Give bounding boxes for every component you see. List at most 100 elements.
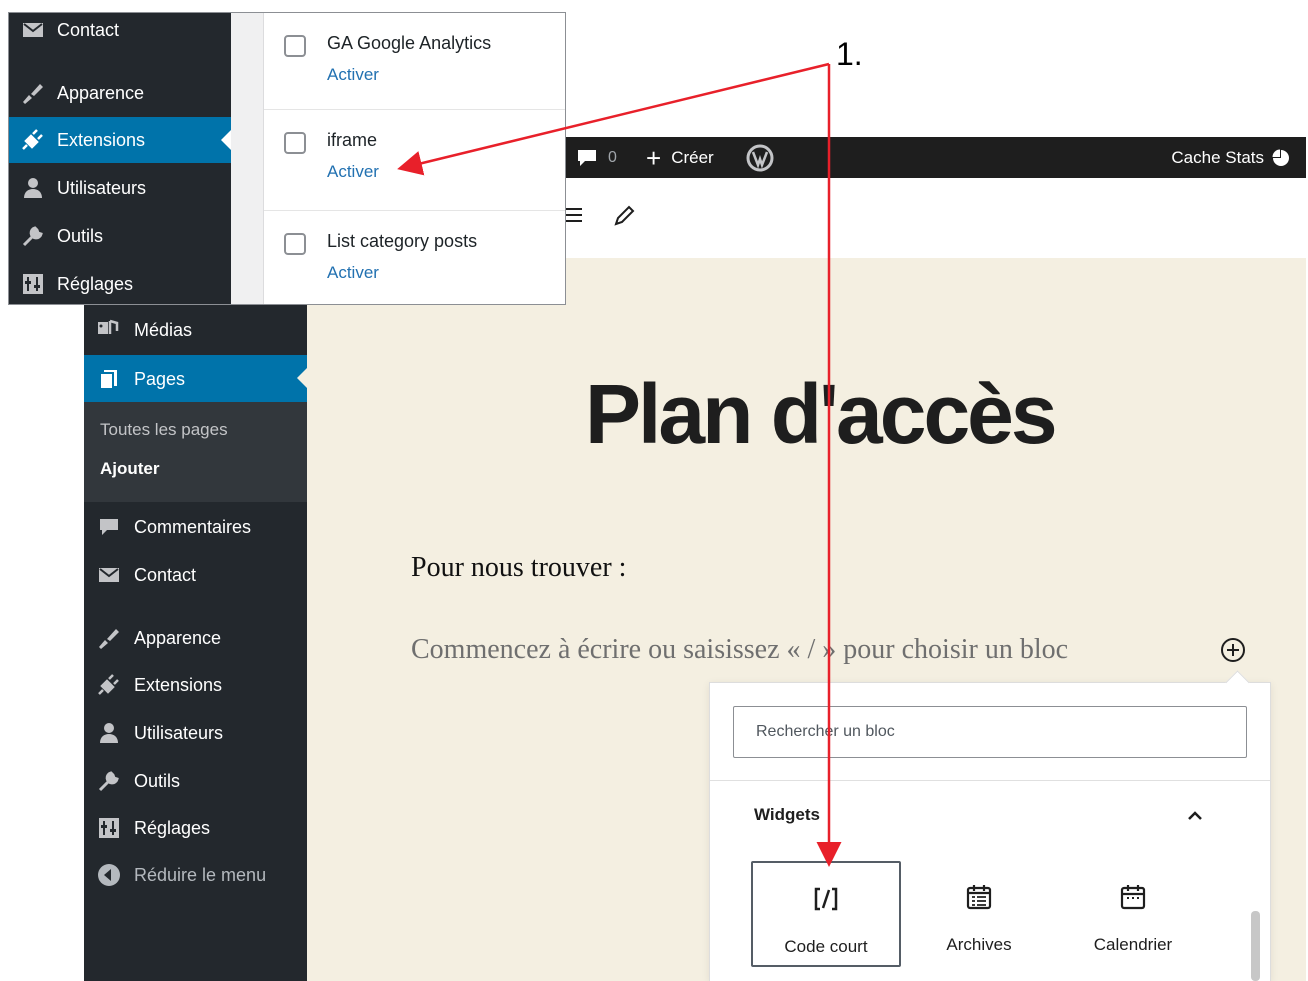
comments-menu[interactable]: 0 bbox=[576, 137, 617, 178]
sidebar-item-label: Réglages bbox=[134, 817, 211, 838]
wrench-icon bbox=[22, 226, 43, 247]
block-label: Code court bbox=[784, 937, 868, 956]
sidebar-item-label: Apparence bbox=[57, 82, 145, 103]
wordpress-menu[interactable] bbox=[746, 137, 774, 178]
sidebar-item-label: Contact bbox=[134, 564, 197, 585]
sidebar-item-utilisateurs[interactable]: Utilisateurs bbox=[84, 710, 307, 756]
sidebar-item-apparence[interactable]: Apparence bbox=[84, 615, 307, 661]
sidebar-item-label: Commentaires bbox=[134, 516, 252, 537]
zoomed-plugins-panel: Contact Apparence Extensions Utilisateur… bbox=[8, 12, 566, 305]
plugin-name: iframe bbox=[327, 130, 378, 150]
activate-link[interactable]: Activer bbox=[327, 162, 379, 182]
pages-icon bbox=[99, 370, 117, 390]
admin-sidebar: Médias Pages Toutes les pages Ajouter Co… bbox=[84, 305, 307, 981]
plugin-icon bbox=[22, 129, 43, 150]
plugin-row-list-category: List category posts Activer bbox=[264, 210, 565, 304]
activate-link[interactable]: Activer bbox=[327, 65, 379, 85]
plugins-table-gutter bbox=[231, 13, 264, 304]
comment-icon bbox=[578, 149, 596, 166]
zoom-sidebar-item-extensions[interactable]: Extensions bbox=[9, 117, 231, 163]
sidebar-item-label: Contact bbox=[57, 19, 120, 40]
pages-submenu: Toutes les pages Ajouter bbox=[84, 402, 307, 502]
cache-stats-label: Cache Stats bbox=[1171, 147, 1264, 167]
zoom-sidebar-item-reglages[interactable]: Réglages bbox=[9, 261, 231, 304]
sidebar-item-label: Extensions bbox=[134, 674, 223, 695]
pencil-icon[interactable] bbox=[612, 204, 636, 228]
widgets-panel-title[interactable]: Widgets bbox=[754, 805, 820, 825]
plus-icon: + bbox=[646, 142, 662, 173]
block-placeholder[interactable]: Commencez à écrire ou saisissez « / » po… bbox=[411, 634, 1068, 666]
comments-count: 0 bbox=[608, 148, 617, 166]
envelope-icon bbox=[23, 23, 43, 37]
zoom-sidebar-item-utilisateurs[interactable]: Utilisateurs bbox=[9, 165, 231, 211]
chevron-up-icon[interactable] bbox=[1184, 805, 1206, 827]
plugin-name: GA Google Analytics bbox=[327, 33, 492, 53]
post-title[interactable]: Plan d'accès bbox=[585, 366, 1058, 463]
block-inserter: Widgets Code court Archives bbox=[709, 670, 1271, 981]
wordpress-icon bbox=[746, 144, 774, 171]
zoom-sidebar-item-outils[interactable]: Outils bbox=[9, 213, 231, 259]
sidebar-item-label: Utilisateurs bbox=[134, 722, 224, 743]
block-label: Archives bbox=[946, 935, 1012, 954]
sidebar-item-medias[interactable]: Médias bbox=[84, 307, 307, 353]
zoomed-sidebar: Contact Apparence Extensions Utilisateur… bbox=[9, 13, 231, 304]
sidebar-item-label: Utilisateurs bbox=[57, 177, 147, 198]
media-icon bbox=[98, 319, 119, 334]
plugin-icon bbox=[98, 674, 119, 695]
sidebar-item-label: Réglages bbox=[57, 273, 134, 294]
wrench-icon bbox=[98, 771, 119, 792]
collapse-menu-label: Réduire le menu bbox=[134, 864, 267, 885]
admin-bar: 0 + Créer Cache Stats bbox=[560, 137, 1306, 178]
divider bbox=[710, 780, 1270, 781]
settings-icon bbox=[99, 818, 119, 838]
collapse-menu-button[interactable]: Réduire le menu bbox=[84, 852, 307, 898]
sidebar-item-label: Pages bbox=[134, 368, 186, 389]
block-label: Calendrier bbox=[1093, 935, 1173, 954]
sidebar-item-label: Apparence bbox=[134, 627, 222, 648]
plugin-name: List category posts bbox=[327, 231, 478, 251]
zoom-sidebar-item-apparence[interactable]: Apparence bbox=[9, 70, 231, 116]
plugin-checkbox[interactable] bbox=[284, 233, 306, 255]
editor-toolbar bbox=[560, 178, 1306, 258]
archive-icon bbox=[966, 885, 992, 910]
create-menu[interactable]: + Créer bbox=[646, 137, 714, 178]
envelope-icon bbox=[99, 568, 119, 582]
sidebar-item-label: Outils bbox=[134, 770, 181, 791]
sidebar-item-label: Médias bbox=[134, 319, 193, 340]
block-code-court[interactable]: Code court bbox=[751, 861, 901, 967]
block-search-input[interactable] bbox=[733, 706, 1247, 758]
paintbrush-icon bbox=[23, 84, 43, 104]
annotation-step-label: 1. bbox=[836, 36, 863, 72]
inserter-scrollbar[interactable] bbox=[1251, 911, 1260, 981]
settings-icon bbox=[23, 274, 43, 294]
add-block-icon[interactable] bbox=[1219, 636, 1247, 664]
comment-icon bbox=[100, 519, 118, 535]
plugin-checkbox[interactable] bbox=[284, 132, 306, 154]
plugin-checkbox[interactable] bbox=[284, 35, 306, 57]
create-label: Créer bbox=[671, 147, 714, 167]
paintbrush-icon bbox=[99, 629, 119, 649]
sidebar-item-extensions[interactable]: Extensions bbox=[84, 662, 307, 708]
activate-link[interactable]: Activer bbox=[327, 263, 379, 283]
sidebar-item-label: Extensions bbox=[57, 129, 146, 150]
plugin-row-ga: GA Google Analytics Activer bbox=[264, 13, 565, 111]
submenu-add-page[interactable]: Ajouter bbox=[100, 459, 160, 479]
block-calendrier[interactable]: Calendrier bbox=[1058, 861, 1208, 967]
submenu-all-pages[interactable]: Toutes les pages bbox=[100, 420, 228, 440]
sidebar-item-pages[interactable]: Pages bbox=[84, 355, 307, 403]
collapse-icon bbox=[98, 864, 120, 886]
block-archives[interactable]: Archives bbox=[904, 861, 1054, 967]
sidebar-item-contact[interactable]: Contact bbox=[84, 552, 307, 598]
sidebar-item-reglages[interactable]: Réglages bbox=[84, 805, 307, 851]
users-icon bbox=[100, 723, 118, 743]
list-view-icon[interactable] bbox=[564, 204, 584, 226]
calendar-icon bbox=[1120, 885, 1146, 910]
sidebar-item-commentaires[interactable]: Commentaires bbox=[84, 504, 307, 550]
pie-chart-icon bbox=[1272, 149, 1289, 166]
zoom-sidebar-item-contact[interactable]: Contact bbox=[9, 13, 231, 53]
cache-stats-menu[interactable]: Cache Stats bbox=[1171, 137, 1290, 178]
sidebar-item-outils[interactable]: Outils bbox=[84, 758, 307, 804]
plugin-row-iframe: iframe Activer bbox=[264, 109, 565, 208]
paragraph-block[interactable]: Pour nous trouver : bbox=[411, 552, 626, 584]
shortcode-icon bbox=[814, 887, 838, 911]
